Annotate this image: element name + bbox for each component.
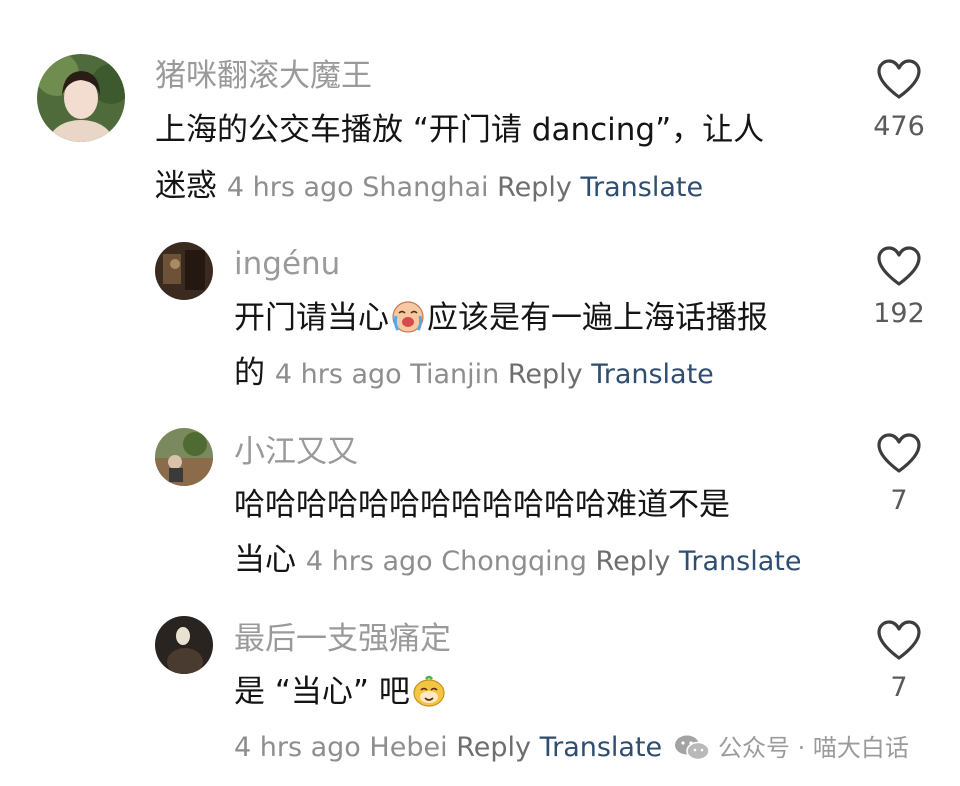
- like-count: 7: [890, 672, 908, 703]
- comment-text-segment: 是 “当心” 吧: [234, 674, 410, 710]
- comment-meta: 4 hrs ago Hebei Reply Translate: [234, 728, 662, 768]
- reply-button[interactable]: Reply: [456, 732, 531, 763]
- watermark-text: 公众号 · 喵大白话: [718, 734, 909, 762]
- comment-time: 4 hrs ago: [234, 732, 361, 763]
- comment-username[interactable]: 最后一支强痛定: [234, 619, 451, 659]
- watermark: 公众号 · 喵大白话: [674, 732, 909, 764]
- heart-icon[interactable]: [876, 619, 922, 661]
- comment-item: 最后一支强痛定 是 “当心” 吧 4 hrs ago Hebei Reply T…: [0, 0, 960, 786]
- avatar[interactable]: [155, 616, 213, 674]
- comment-location: Hebei: [369, 732, 448, 763]
- like-control[interactable]: 7: [866, 619, 932, 705]
- wechat-logo-icon: [674, 734, 710, 762]
- sly-smile-face-emoji: [412, 674, 446, 708]
- translate-button[interactable]: Translate: [540, 732, 663, 763]
- comment-text: 是 “当心” 吧: [234, 664, 448, 720]
